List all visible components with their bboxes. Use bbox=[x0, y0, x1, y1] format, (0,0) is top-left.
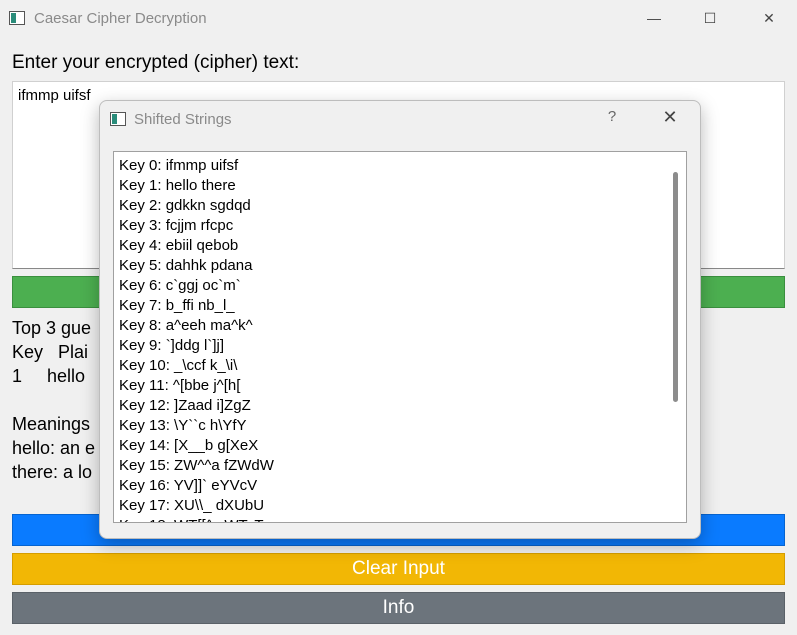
clear-input-button[interactable]: Clear Input bbox=[12, 553, 785, 585]
cipher-text-value: ifmmp uifsf bbox=[18, 87, 91, 104]
dialog-title: Shifted Strings bbox=[134, 111, 232, 128]
list-scrollbar[interactable] bbox=[673, 172, 678, 402]
list-item[interactable]: Key 14: [X__b g[XeX bbox=[119, 436, 274, 456]
list-item[interactable]: Key 1: hello there bbox=[119, 176, 274, 196]
list-item[interactable]: Key 18: WT[[^ cWTaT bbox=[119, 516, 274, 522]
list-items: Key 0: ifmmp uifsf Key 1: hello there Key … bbox=[119, 156, 274, 522]
title-bar: Caesar Cipher Decryption — ☐ ✕ bbox=[0, 0, 797, 38]
meaning-line: hello: an e bbox=[12, 438, 96, 458]
list-item[interactable]: Key 13: \Y``c h\YfY bbox=[119, 416, 274, 436]
cipher-prompt-label: Enter your encrypted (cipher) text: bbox=[12, 52, 300, 73]
list-item[interactable]: Key 8: a^eeh ma^k^ bbox=[119, 316, 274, 336]
list-item[interactable]: Key 7: b_ffi nb_l_ bbox=[119, 296, 274, 316]
list-item[interactable]: Key 6: c`ggj oc`m` bbox=[119, 276, 274, 296]
minimize-button[interactable]: — bbox=[631, 0, 677, 36]
list-item[interactable]: Key 11: ^[bbe j^[h[ bbox=[119, 376, 274, 396]
app-icon bbox=[9, 11, 25, 25]
list-item[interactable]: Key 9: `]ddg l`]j] bbox=[119, 336, 274, 356]
results-column-header: Key Plai bbox=[12, 342, 89, 362]
list-item[interactable]: Key 10: _\ccf k_\i\ bbox=[119, 356, 274, 376]
meanings-heading: Meanings bbox=[12, 414, 91, 434]
list-item[interactable]: Key 4: ebiil qebob bbox=[119, 236, 274, 256]
list-item[interactable]: Key 3: fcjjm rfcpc bbox=[119, 216, 274, 236]
list-item[interactable]: Key 17: XU\\_ dXUbU bbox=[119, 496, 274, 516]
list-item[interactable]: Key 15: ZW^^a fZWdW bbox=[119, 456, 274, 476]
close-button[interactable]: ✕ bbox=[746, 0, 792, 36]
shifted-strings-dialog: Shifted Strings ? ✕ Key 0: ifmmp uifsf Ke… bbox=[99, 100, 701, 539]
results-heading: Top 3 gue bbox=[12, 318, 92, 338]
window-title: Caesar Cipher Decryption bbox=[34, 10, 207, 27]
info-button[interactable]: Info bbox=[12, 592, 785, 624]
results-panel: Top 3 gue Key Plai 1 hello Meanings hello: a… bbox=[12, 316, 95, 484]
help-button[interactable]: ? bbox=[597, 108, 627, 125]
dialog-app-icon bbox=[110, 112, 126, 126]
list-item[interactable]: Key 5: dahhk pdana bbox=[119, 256, 274, 276]
results-row: 1 hello bbox=[12, 366, 86, 386]
list-item[interactable]: Key 12: ]Zaad i]ZgZ bbox=[119, 396, 274, 416]
meaning-line: there: a lo bbox=[12, 462, 93, 482]
list-item[interactable]: Key 16: YV]]` eYVcV bbox=[119, 476, 274, 496]
maximize-button[interactable]: ☐ bbox=[687, 0, 733, 36]
dialog-close-button[interactable]: ✕ bbox=[655, 107, 685, 128]
list-item[interactable]: Key 2: gdkkn sgdqd bbox=[119, 196, 274, 216]
shifted-strings-list[interactable]: Key 0: ifmmp uifsf Key 1: hello there Key … bbox=[113, 151, 687, 523]
list-item[interactable]: Key 0: ifmmp uifsf bbox=[119, 156, 274, 176]
